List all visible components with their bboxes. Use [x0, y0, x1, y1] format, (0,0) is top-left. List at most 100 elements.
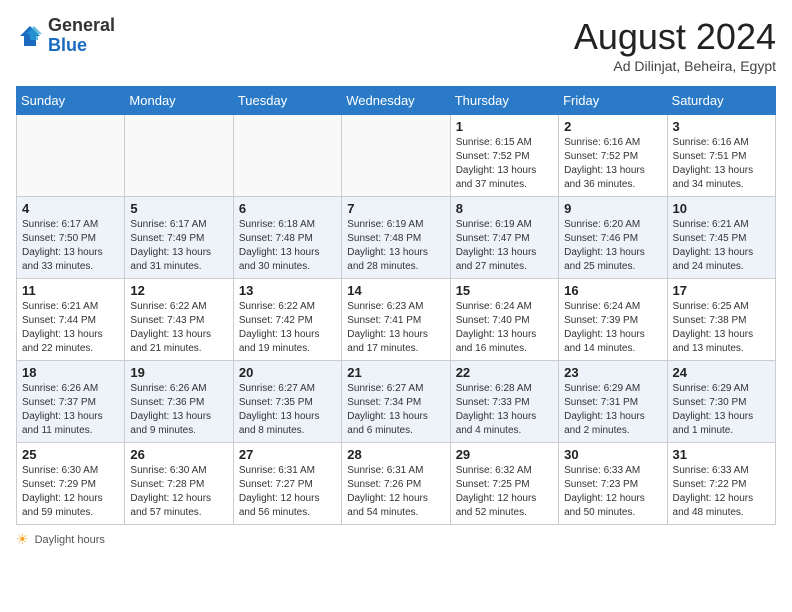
day-detail: Sunrise: 6:24 AM Sunset: 7:40 PM Dayligh… [456, 300, 553, 356]
day-detail: Sunrise: 6:21 AM Sunset: 7:44 PM Dayligh… [22, 300, 119, 356]
day-detail: Sunrise: 6:20 AM Sunset: 7:46 PM Dayligh… [564, 218, 661, 274]
day-number: 12 [130, 283, 227, 298]
day-number: 27 [239, 447, 336, 462]
day-detail: Sunrise: 6:31 AM Sunset: 7:27 PM Dayligh… [239, 464, 336, 520]
calendar-cell: 19Sunrise: 6:26 AM Sunset: 7:36 PM Dayli… [125, 361, 233, 443]
calendar-cell [17, 115, 125, 197]
day-number: 25 [22, 447, 119, 462]
day-number: 15 [456, 283, 553, 298]
col-header-tuesday: Tuesday [233, 87, 341, 115]
day-number: 11 [22, 283, 119, 298]
day-number: 7 [347, 201, 444, 216]
calendar-cell: 27 Sunrise: 6:31 AM Sunset: 7:27 PM Dayli… [233, 443, 341, 525]
day-detail: Sunrise: 6:19 AM Sunset: 7:48 PM Dayligh… [347, 218, 444, 274]
calendar-week-1: 1 Sunrise: 6:15 AM Sunset: 7:52 PM Daylig… [17, 115, 776, 197]
logo-blue: Blue [48, 35, 87, 55]
calendar-week-2: 4Sunrise: 6:17 AM Sunset: 7:50 PM Daylig… [17, 197, 776, 279]
calendar-cell: 28Sunrise: 6:31 AM Sunset: 7:26 PM Dayli… [342, 443, 450, 525]
col-header-friday: Friday [559, 87, 667, 115]
title-area: August 2024 Ad Dilinjat, Beheira, Egypt [574, 16, 776, 74]
day-number: 3 [673, 119, 770, 134]
day-detail: Sunrise: 6:17 AM Sunset: 7:50 PM Dayligh… [22, 218, 119, 274]
day-detail: Sunrise: 6:22 AM Sunset: 7:42 PM Dayligh… [239, 300, 336, 356]
calendar-cell: 7 Sunrise: 6:19 AM Sunset: 7:48 PM Daylig… [342, 197, 450, 279]
day-number: 9 [564, 201, 661, 216]
calendar-cell: 22Sunrise: 6:28 AM Sunset: 7:33 PM Dayli… [450, 361, 558, 443]
day-detail: Sunrise: 6:17 AM Sunset: 7:49 PM Dayligh… [130, 218, 227, 274]
header: General Blue August 2024 Ad Dilinjat, Be… [16, 16, 776, 74]
day-detail: Sunrise: 6:19 AM Sunset: 7:47 PM Dayligh… [456, 218, 553, 274]
month-year: August 2024 [574, 16, 776, 58]
calendar-cell: 10 Sunrise: 6:21 AM Sunset: 7:45 PM Dayli… [667, 197, 775, 279]
calendar-cell: 12 Sunrise: 6:22 AM Sunset: 7:43 PM Dayli… [125, 279, 233, 361]
day-detail: Sunrise: 6:25 AM Sunset: 7:38 PM Dayligh… [673, 300, 770, 356]
calendar-cell [125, 115, 233, 197]
day-detail: Sunrise: 6:29 AM Sunset: 7:30 PM Dayligh… [673, 382, 770, 438]
day-number: 23 [564, 365, 661, 380]
day-number: 2 [564, 119, 661, 134]
day-number: 22 [456, 365, 553, 380]
calendar-cell: 8 Sunrise: 6:19 AM Sunset: 7:47 PM Daylig… [450, 197, 558, 279]
calendar-cell: 26Sunrise: 6:30 AM Sunset: 7:28 PM Dayli… [125, 443, 233, 525]
calendar-cell: 23 Sunrise: 6:29 AM Sunset: 7:31 PM Dayli… [559, 361, 667, 443]
day-number: 31 [673, 447, 770, 462]
sun-icon: ☀ [16, 531, 29, 548]
calendar-cell: 20 Sunrise: 6:27 AM Sunset: 7:35 PM Dayli… [233, 361, 341, 443]
logo: General Blue [16, 16, 115, 56]
col-header-monday: Monday [125, 87, 233, 115]
day-number: 18 [22, 365, 119, 380]
day-number: 20 [239, 365, 336, 380]
day-detail: Sunrise: 6:30 AM Sunset: 7:28 PM Dayligh… [130, 464, 227, 520]
day-number: 1 [456, 119, 553, 134]
day-number: 13 [239, 283, 336, 298]
day-detail: Sunrise: 6:32 AM Sunset: 7:25 PM Dayligh… [456, 464, 553, 520]
day-number: 8 [456, 201, 553, 216]
day-detail: Sunrise: 6:27 AM Sunset: 7:35 PM Dayligh… [239, 382, 336, 438]
calendar-cell: 5 Sunrise: 6:17 AM Sunset: 7:49 PM Daylig… [125, 197, 233, 279]
calendar-week-5: 25Sunrise: 6:30 AM Sunset: 7:29 PM Dayli… [17, 443, 776, 525]
day-detail: Sunrise: 6:22 AM Sunset: 7:43 PM Dayligh… [130, 300, 227, 356]
day-number: 28 [347, 447, 444, 462]
col-header-sunday: Sunday [17, 87, 125, 115]
day-detail: Sunrise: 6:15 AM Sunset: 7:52 PM Dayligh… [456, 136, 553, 192]
day-number: 30 [564, 447, 661, 462]
calendar-cell: 31 Sunrise: 6:33 AM Sunset: 7:22 PM Dayli… [667, 443, 775, 525]
calendar-cell: 2 Sunrise: 6:16 AM Sunset: 7:52 PM Daylig… [559, 115, 667, 197]
day-detail: Sunrise: 6:27 AM Sunset: 7:34 PM Dayligh… [347, 382, 444, 438]
footer-label: Daylight hours [35, 534, 105, 546]
calendar-cell: 25Sunrise: 6:30 AM Sunset: 7:29 PM Dayli… [17, 443, 125, 525]
calendar-cell: 17 Sunrise: 6:25 AM Sunset: 7:38 PM Dayli… [667, 279, 775, 361]
calendar-week-4: 18 Sunrise: 6:26 AM Sunset: 7:37 PM Dayli… [17, 361, 776, 443]
calendar-cell: 30 Sunrise: 6:33 AM Sunset: 7:23 PM Dayli… [559, 443, 667, 525]
calendar-header-row: SundayMondayTuesdayWednesdayThursdayFrid… [17, 87, 776, 115]
day-number: 10 [673, 201, 770, 216]
calendar-cell [342, 115, 450, 197]
day-number: 5 [130, 201, 227, 216]
day-detail: Sunrise: 6:29 AM Sunset: 7:31 PM Dayligh… [564, 382, 661, 438]
calendar-cell: 6 Sunrise: 6:18 AM Sunset: 7:48 PM Daylig… [233, 197, 341, 279]
footer-note: ☀ Daylight hours [16, 531, 776, 548]
day-number: 6 [239, 201, 336, 216]
day-detail: Sunrise: 6:21 AM Sunset: 7:45 PM Dayligh… [673, 218, 770, 274]
day-number: 24 [673, 365, 770, 380]
location: Ad Dilinjat, Beheira, Egypt [574, 58, 776, 74]
day-detail: Sunrise: 6:26 AM Sunset: 7:37 PM Dayligh… [22, 382, 119, 438]
calendar: SundayMondayTuesdayWednesdayThursdayFrid… [16, 86, 776, 525]
day-detail: Sunrise: 6:16 AM Sunset: 7:51 PM Dayligh… [673, 136, 770, 192]
day-number: 17 [673, 283, 770, 298]
calendar-cell: 13 Sunrise: 6:22 AM Sunset: 7:42 PM Dayli… [233, 279, 341, 361]
day-detail: Sunrise: 6:26 AM Sunset: 7:36 PM Dayligh… [130, 382, 227, 438]
calendar-cell: 9 Sunrise: 6:20 AM Sunset: 7:46 PM Daylig… [559, 197, 667, 279]
logo-icon [16, 22, 44, 50]
day-detail: Sunrise: 6:33 AM Sunset: 7:22 PM Dayligh… [673, 464, 770, 520]
day-detail: Sunrise: 6:16 AM Sunset: 7:52 PM Dayligh… [564, 136, 661, 192]
day-detail: Sunrise: 6:33 AM Sunset: 7:23 PM Dayligh… [564, 464, 661, 520]
calendar-cell: 1 Sunrise: 6:15 AM Sunset: 7:52 PM Daylig… [450, 115, 558, 197]
calendar-cell: 4Sunrise: 6:17 AM Sunset: 7:50 PM Daylig… [17, 197, 125, 279]
logo-general: General [48, 15, 115, 35]
day-detail: Sunrise: 6:18 AM Sunset: 7:48 PM Dayligh… [239, 218, 336, 274]
day-detail: Sunrise: 6:23 AM Sunset: 7:41 PM Dayligh… [347, 300, 444, 356]
day-number: 16 [564, 283, 661, 298]
calendar-cell: 24 Sunrise: 6:29 AM Sunset: 7:30 PM Dayli… [667, 361, 775, 443]
calendar-cell: 29Sunrise: 6:32 AM Sunset: 7:25 PM Dayli… [450, 443, 558, 525]
